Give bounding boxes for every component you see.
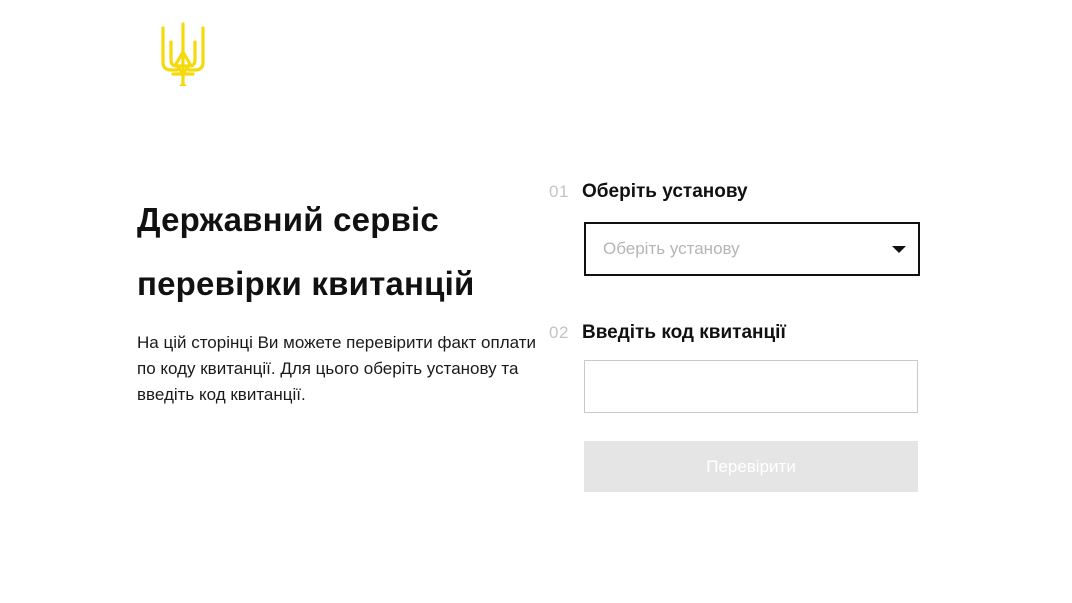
step-2-number: 02: [549, 323, 569, 342]
institution-select-placeholder: Оберіть установу: [603, 239, 740, 258]
step-1-label: Оберіть установу: [582, 181, 748, 202]
caret-down-icon: [892, 245, 906, 253]
trident-logo[interactable]: [159, 22, 207, 88]
trident-icon: [161, 22, 205, 86]
page-title: Державний сервіс перевірки квитанцій: [137, 188, 537, 316]
step-2-label: Введіть код квитанції: [582, 322, 786, 343]
page-title-line-1: Державний сервіс: [137, 201, 439, 238]
step-2-heading: 02 Введіть код квитанції: [549, 322, 786, 344]
page-description: На цій сторінці Ви можете перевірити фак…: [137, 333, 536, 404]
step-1-heading: 01 Оберіть установу: [549, 181, 748, 203]
check-button[interactable]: Перевірити: [584, 441, 918, 492]
page: Державний сервіс перевірки квитанцій На …: [0, 0, 1072, 603]
receipt-code-input[interactable]: [584, 360, 918, 413]
step-1-number: 01: [549, 182, 569, 201]
page-title-line-2: перевірки квитанцій: [137, 265, 475, 302]
institution-select[interactable]: Оберіть установу: [584, 222, 920, 276]
